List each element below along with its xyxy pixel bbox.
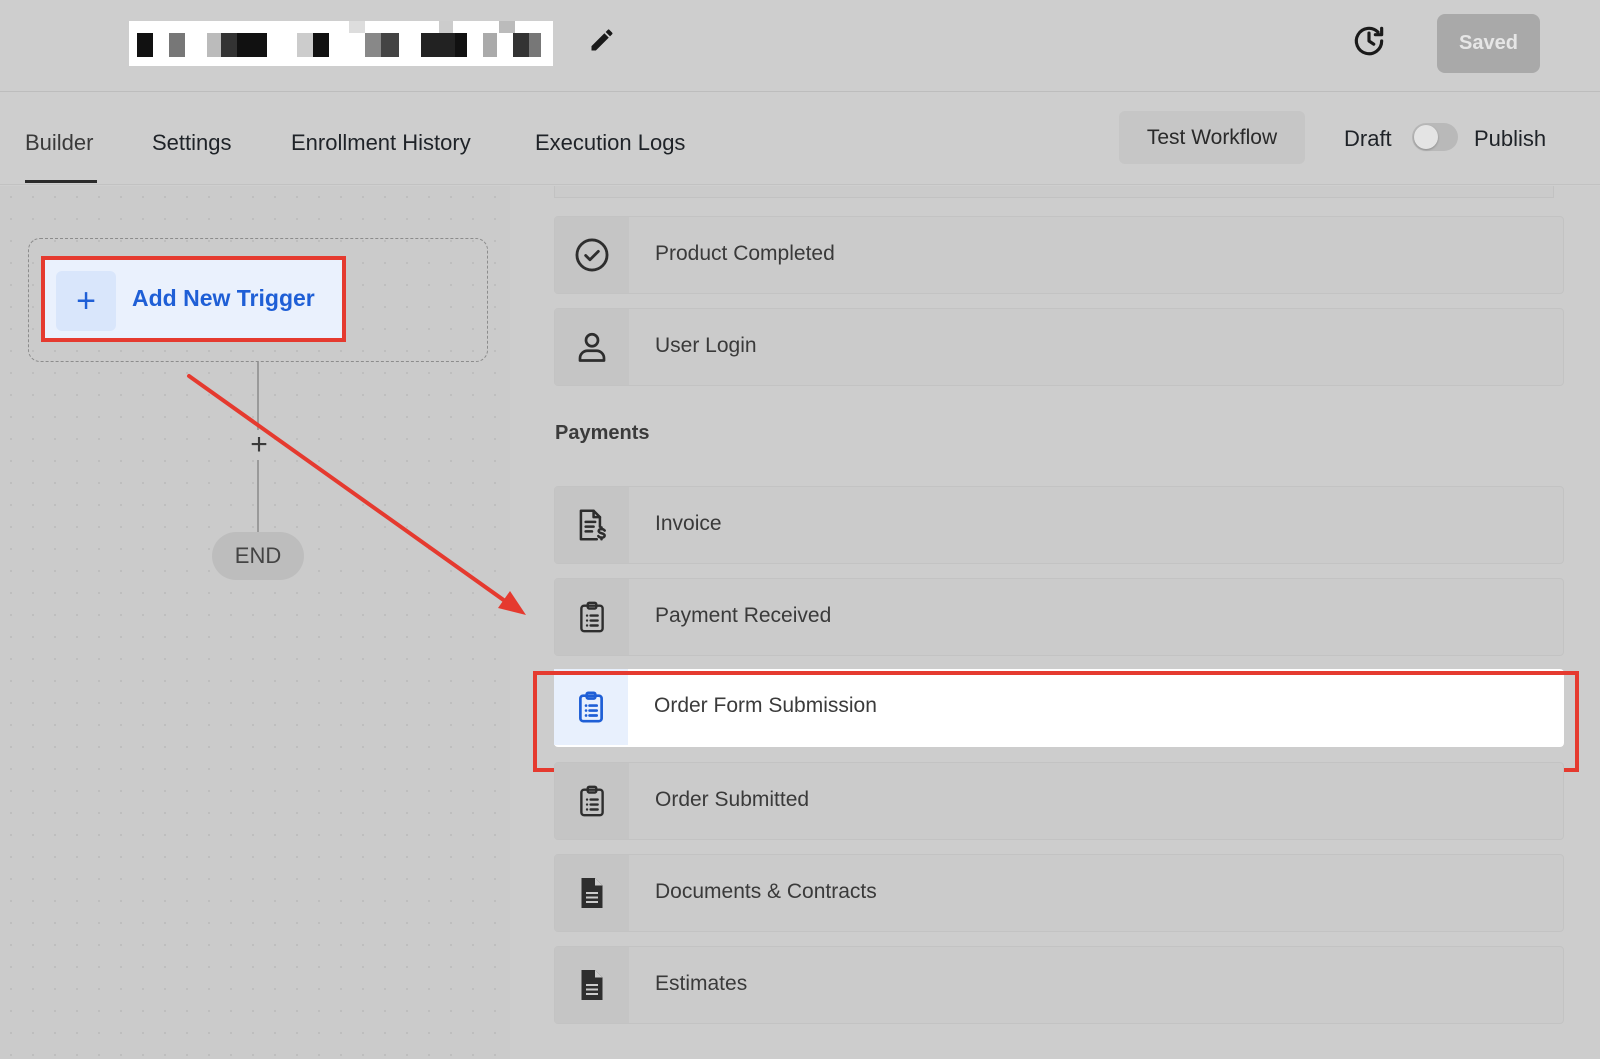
document-icon [581, 878, 603, 908]
list-item-partial [554, 186, 1554, 198]
trigger-item-label: Payment Received [655, 604, 832, 627]
top-bar: Saved [0, 0, 1600, 92]
trigger-item-label: Estimates [655, 972, 748, 995]
tab-enrollment-history[interactable]: Enrollment History [291, 130, 471, 156]
publish-toggle[interactable] [1412, 123, 1458, 151]
trigger-item-label: Order Submitted [655, 788, 810, 811]
clipboard-list-icon [580, 601, 604, 633]
active-tab-indicator [25, 180, 97, 183]
check-circle-icon [575, 238, 609, 272]
clipboard-list-icon [579, 691, 603, 723]
tab-builder[interactable]: Builder [25, 130, 93, 156]
tab-settings[interactable]: Settings [152, 130, 232, 156]
icon-cell [555, 855, 629, 931]
trigger-item-label: Product Completed [655, 242, 835, 265]
trigger-item-order-form-submission[interactable]: Order Form Submission [554, 669, 1564, 747]
plus-icon: + [56, 271, 116, 331]
icon-cell [555, 217, 629, 293]
end-node: END [212, 532, 304, 580]
icon-cell [555, 487, 629, 563]
add-new-trigger-label: Add New Trigger [132, 285, 315, 311]
trigger-item-estimates[interactable]: Estimates [554, 946, 1564, 1024]
workflow-name-redacted[interactable] [129, 21, 553, 66]
history-icon[interactable] [1350, 22, 1388, 60]
tabs-bar: Builder Settings Enrollment History Exec… [0, 92, 1600, 185]
document-icon [581, 970, 603, 1000]
tab-execution-logs[interactable]: Execution Logs [535, 130, 685, 156]
draft-label: Draft [1344, 126, 1392, 151]
trigger-item-documents-contracts[interactable]: Documents & Contracts [554, 854, 1564, 932]
icon-cell [555, 763, 629, 839]
redaction-mask [137, 33, 545, 57]
trigger-item-label: User Login [655, 334, 757, 357]
section-heading-payments: Payments [555, 422, 650, 444]
trigger-item-user-login[interactable]: User Login [554, 308, 1564, 386]
clipboard-list-icon [580, 785, 604, 817]
trigger-item-order-submitted[interactable]: Order Submitted [554, 762, 1564, 840]
trigger-item-label: Order Form Submission [654, 694, 877, 717]
icon-cell [554, 669, 628, 745]
saved-button[interactable]: Saved [1437, 14, 1540, 73]
trigger-item-payment-received[interactable]: Payment Received [554, 578, 1564, 656]
trigger-item-invoice[interactable]: Invoice [554, 486, 1564, 564]
trigger-item-label: Invoice [655, 512, 722, 535]
user-icon [578, 332, 606, 362]
icon-cell [555, 579, 629, 655]
toggle-knob [1414, 125, 1438, 149]
add-step-button[interactable]: + [244, 430, 274, 460]
workflow-canvas: + Add New Trigger + END [0, 186, 510, 1059]
trigger-item-product-completed[interactable]: Product Completed [554, 216, 1564, 294]
redaction-mask [349, 21, 549, 33]
icon-cell [555, 309, 629, 385]
icon-cell [555, 947, 629, 1023]
pencil-icon[interactable] [588, 26, 616, 54]
add-new-trigger-button[interactable]: + Add New Trigger [41, 256, 346, 342]
invoice-icon [579, 509, 606, 541]
trigger-list-panel: Product Completed User Login Payments In… [510, 186, 1600, 1059]
publish-label: Publish [1474, 126, 1547, 151]
trigger-item-label: Documents & Contracts [655, 880, 877, 903]
test-workflow-button[interactable]: Test Workflow [1119, 111, 1305, 164]
